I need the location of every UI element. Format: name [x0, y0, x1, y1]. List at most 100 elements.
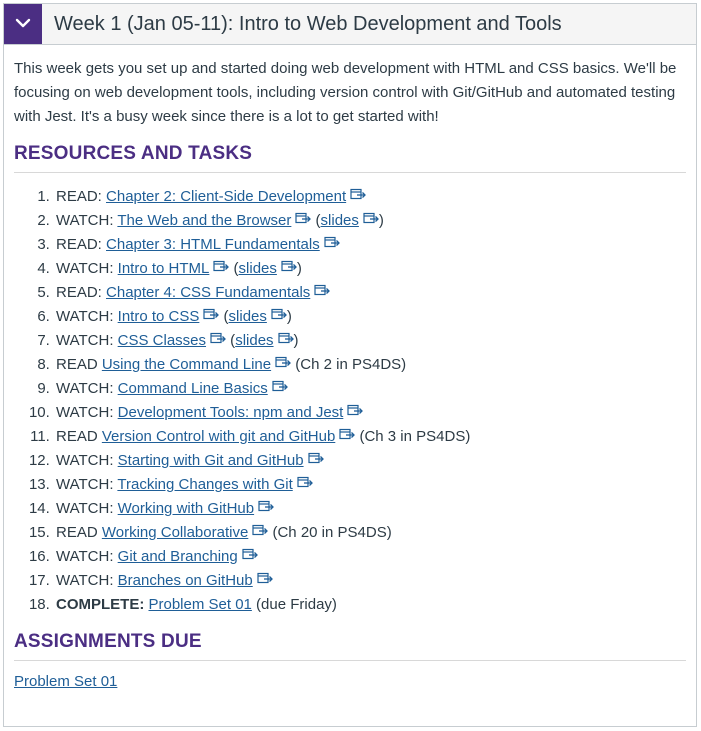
external-link-icon[interactable]: [272, 376, 288, 400]
resources-heading: RESOURCES AND TASKS: [14, 143, 686, 173]
task-link[interactable]: Branches on GitHub: [118, 572, 253, 589]
task-type-label: READ: [56, 428, 102, 445]
external-link-icon[interactable]: [210, 328, 226, 352]
task-link[interactable]: Working Collaborative: [102, 524, 248, 541]
slides-link[interactable]: slides: [229, 308, 267, 325]
paren-open: (: [229, 260, 239, 277]
task-type-label: WATCH:: [56, 452, 118, 469]
external-link-icon[interactable]: [258, 496, 275, 520]
task-link[interactable]: Development Tools: npm and Jest: [118, 404, 344, 421]
task-link[interactable]: Tracking Changes with Git: [117, 476, 292, 493]
external-link-icon[interactable]: [213, 256, 230, 280]
task-type-label: WATCH:: [56, 212, 118, 229]
external-link-icon[interactable]: [307, 448, 324, 472]
assignment-link[interactable]: Problem Set 01: [14, 673, 117, 690]
task-item: WATCH: Branches on GitHub: [54, 569, 686, 593]
paren-close: ): [286, 308, 292, 325]
external-link-icon[interactable]: [363, 208, 379, 232]
external-link-icon[interactable]: [314, 280, 331, 304]
external-link-icon[interactable]: [350, 184, 367, 208]
task-item: WATCH: Working with GitHub: [54, 497, 686, 521]
module-title: Week 1 (Jan 05-11): Intro to Web Develop…: [54, 12, 562, 35]
task-type-label: READ:: [56, 284, 107, 301]
task-item: WATCH: Tracking Changes with Git: [54, 473, 686, 497]
task-item: WATCH: Command Line Basics: [54, 377, 686, 401]
external-link-icon[interactable]: [339, 424, 356, 448]
external-link-icon[interactable]: [295, 208, 312, 232]
task-link[interactable]: Git and Branching: [118, 548, 238, 565]
task-note: (due Friday): [251, 596, 337, 613]
task-type-label: WATCH:: [56, 476, 118, 493]
task-item: READ Working Collaborative (Ch 20 in PS4…: [54, 521, 686, 545]
task-link[interactable]: Using the Command Line: [102, 356, 271, 373]
task-type-label: WATCH:: [56, 308, 118, 325]
external-link-icon[interactable]: [271, 304, 287, 328]
task-item: READ Version Control with git and GitHub…: [54, 425, 686, 449]
task-item: WATCH: CSS Classes (slides): [54, 329, 686, 353]
external-link-icon[interactable]: [203, 304, 220, 328]
task-type-label: WATCH:: [56, 500, 118, 517]
task-item: READ: Chapter 4: CSS Fundamentals: [54, 281, 686, 305]
task-type-label: WATCH:: [56, 572, 118, 589]
external-link-icon[interactable]: [242, 544, 258, 568]
slides-link[interactable]: slides: [239, 260, 277, 277]
external-link-icon[interactable]: [297, 472, 313, 496]
task-item: WATCH: The Web and the Browser (slides): [54, 209, 686, 233]
task-type-label: WATCH:: [56, 332, 118, 349]
slides-link[interactable]: slides: [235, 332, 273, 349]
external-link-icon[interactable]: [347, 400, 364, 424]
module-header[interactable]: Week 1 (Jan 05-11): Intro to Web Develop…: [4, 4, 696, 45]
task-item: READ Using the Command Line (Ch 2 in PS4…: [54, 353, 686, 377]
task-link[interactable]: Chapter 2: Client-Side Development: [106, 188, 346, 205]
task-link[interactable]: Chapter 4: CSS Fundamentals: [106, 284, 310, 301]
task-link[interactable]: Intro to HTML: [118, 260, 210, 277]
task-link[interactable]: Intro to CSS: [118, 308, 200, 325]
task-link[interactable]: Working with GitHub: [118, 500, 254, 517]
task-note: (Ch 2 in PS4DS): [291, 356, 407, 373]
task-type-label: READ: [56, 356, 102, 373]
chevron-down-icon: [15, 15, 31, 33]
task-link[interactable]: Chapter 3: HTML Fundamentals: [106, 236, 320, 253]
task-link[interactable]: Command Line Basics: [118, 380, 268, 397]
paren-close: ): [378, 212, 384, 229]
external-link-icon[interactable]: [257, 568, 273, 592]
collapse-toggle-button[interactable]: [4, 4, 42, 44]
task-link[interactable]: The Web and the Browser: [117, 212, 291, 229]
task-item: READ: Chapter 3: HTML Fundamentals: [54, 233, 686, 257]
task-list: READ: Chapter 2: Client-Side Development…: [14, 185, 686, 617]
paren-open: (: [311, 212, 321, 229]
task-link[interactable]: Version Control with git and GitHub: [102, 428, 335, 445]
paren-open: (: [219, 308, 229, 325]
task-item: COMPLETE: Problem Set 01 (due Friday): [54, 593, 686, 617]
module-content: This week gets you set up and started do…: [4, 45, 696, 691]
task-link[interactable]: Starting with Git and GitHub: [118, 452, 304, 469]
task-link[interactable]: CSS Classes: [118, 332, 206, 349]
task-item: READ: Chapter 2: Client-Side Development: [54, 185, 686, 209]
task-note: (Ch 3 in PS4DS): [355, 428, 471, 445]
task-link[interactable]: Problem Set 01: [149, 596, 252, 613]
paren-close: ): [293, 332, 299, 349]
external-link-icon[interactable]: [252, 520, 269, 544]
task-item: WATCH: Intro to CSS (slides): [54, 305, 686, 329]
task-type-label: READ:: [56, 188, 107, 205]
external-link-icon[interactable]: [281, 256, 297, 280]
task-type-label: WATCH:: [56, 380, 118, 397]
assignments-heading: ASSIGNMENTS DUE: [14, 631, 686, 661]
slides-link[interactable]: slides: [321, 212, 359, 229]
task-item: WATCH: Intro to HTML (slides): [54, 257, 686, 281]
paren-close: ): [296, 260, 302, 277]
paren-open: (: [226, 332, 236, 349]
task-item: WATCH: Git and Branching: [54, 545, 686, 569]
external-link-icon[interactable]: [324, 232, 340, 256]
external-link-icon[interactable]: [277, 328, 294, 352]
task-type-label: COMPLETE:: [56, 596, 149, 613]
task-item: WATCH: Starting with Git and GitHub: [54, 449, 686, 473]
task-type-label: WATCH:: [56, 404, 118, 421]
task-note: (Ch 20 in PS4DS): [268, 524, 392, 541]
task-type-label: WATCH:: [56, 548, 118, 565]
external-link-icon[interactable]: [275, 352, 292, 376]
task-type-label: READ: [56, 524, 102, 541]
module-panel: Week 1 (Jan 05-11): Intro to Web Develop…: [3, 3, 697, 727]
task-type-label: WATCH:: [56, 260, 118, 277]
task-type-label: READ:: [56, 236, 107, 253]
